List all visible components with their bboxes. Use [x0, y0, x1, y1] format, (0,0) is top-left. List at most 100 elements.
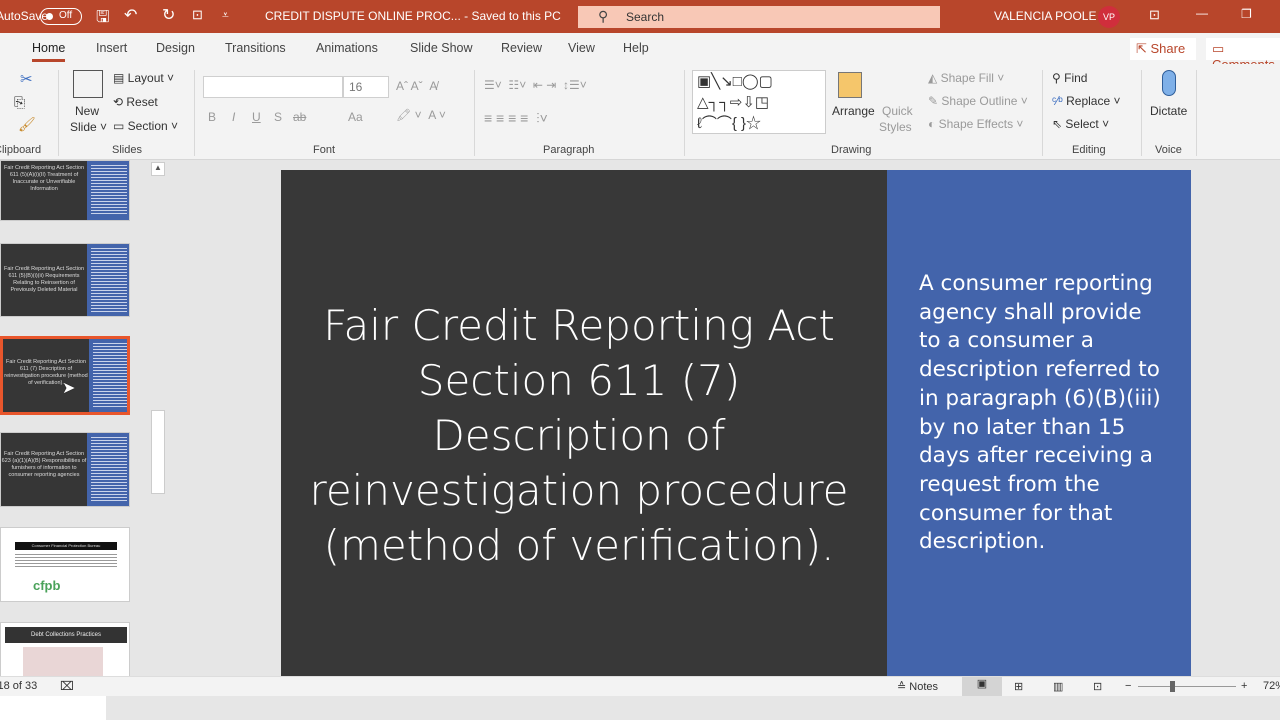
accessibility-icon[interactable]: ⌧ [60, 679, 74, 693]
microphone-icon[interactable] [1162, 70, 1176, 96]
quick-styles-label: Styles [879, 120, 912, 134]
slideshow-icon[interactable]: ⊡ [1093, 680, 1102, 693]
normal-view-icon[interactable]: ▣ [962, 677, 1002, 696]
restore-icon[interactable]: ❐ [1241, 7, 1252, 21]
reset-button[interactable]: ⟲ Reset [113, 95, 158, 109]
thumbnail-title: Fair Credit Reporting Act Section 623 (a… [1, 451, 87, 478]
taskbar-area [0, 696, 1280, 720]
group-label-paragraph: Paragraph [543, 144, 595, 156]
slide-sorter-icon[interactable]: ⊞ [1014, 680, 1023, 693]
select-button[interactable]: ⇖ Select ˅ [1052, 117, 1109, 131]
thumbnail-slide-15[interactable]: Fair Credit Reporting Act Section 611 (5… [0, 160, 130, 221]
customize-toolbar-icon[interactable]: ⩡ [222, 8, 229, 23]
slide-counter: Slide 18 of 33 [0, 680, 38, 692]
autosave-toggle[interactable]: Off [40, 8, 82, 25]
tab-review[interactable]: Review [501, 41, 542, 55]
section-button[interactable]: ▭ Section ˅ [113, 119, 178, 133]
group-label-clipboard: Clipboard [0, 144, 42, 156]
arrange-icon[interactable] [838, 72, 862, 98]
new-slide-button[interactable]: New [75, 104, 99, 118]
tab-slide-show[interactable]: Slide Show [410, 41, 473, 55]
zoom-level[interactable]: 72% [1263, 680, 1280, 692]
strikethrough-button[interactable]: ab [293, 110, 306, 124]
zoom-in-icon[interactable]: + [1241, 680, 1247, 692]
tab-insert[interactable]: Insert [96, 41, 127, 55]
group-label-slides: Slides [112, 144, 142, 156]
group-label-font: Font [313, 144, 336, 156]
align-icons[interactable]: ≡ ≡ ≡ ≡ ⫶˅ [484, 110, 548, 127]
layout-button[interactable]: ▤ Layout ˅ [113, 71, 174, 85]
italic-button[interactable]: I [232, 110, 235, 124]
thumbnail-title: Fair Credit Reporting Act Section 611 (7… [4, 359, 88, 386]
search-input[interactable]: ⚲ Search [578, 6, 940, 28]
scroll-up-icon[interactable]: ▲ [151, 162, 165, 176]
thumbnail-slide-16[interactable]: Fair Credit Reporting Act Section 611 (5… [0, 243, 130, 317]
save-icon[interactable]: 🖫 [96, 6, 110, 33]
select-label: Select [1065, 117, 1099, 131]
change-case-button[interactable]: Aa [348, 110, 363, 124]
search-icon: ⚲ [598, 8, 609, 24]
thumbnail-title: Fair Credit Reporting Act Section 611 (5… [3, 165, 85, 192]
replace-button[interactable]: ᶜ⁄ᵇ Replace ˅ [1052, 94, 1121, 108]
copy-icon[interactable]: ⎘ [14, 94, 25, 111]
bullets-icon[interactable]: ☰˅ ☷˅ ⇤ ⇥ ↕☰˅ [484, 78, 587, 92]
arrange-button[interactable]: Arrange [832, 104, 875, 118]
slide-title[interactable]: Fair Credit Reporting Act Section 611 (7… [301, 298, 857, 573]
avatar[interactable]: VP [1098, 6, 1120, 28]
tab-help[interactable]: Help [623, 41, 649, 55]
thumbnail-slide-18-selected[interactable]: Fair Credit Reporting Act Section 611 (7… [0, 336, 130, 415]
zoom-slider-thumb[interactable] [1169, 681, 1175, 692]
format-painter-icon[interactable]: 🖌 [18, 116, 36, 133]
replace-label: Replace [1066, 94, 1111, 108]
comments-button[interactable]: ▭ Comments [1206, 38, 1280, 72]
quick-styles-button[interactable]: Quick [882, 104, 913, 118]
reset-label: Reset [126, 95, 158, 109]
minimize-icon[interactable]: — [1196, 6, 1208, 20]
find-label: Find [1064, 71, 1088, 85]
zoom-out-icon[interactable]: − [1125, 680, 1131, 692]
font-name-input[interactable] [203, 76, 343, 98]
undo-icon[interactable]: ↶ [124, 5, 137, 25]
thumbnail-slide-19[interactable]: Fair Credit Reporting Act Section 623 (a… [0, 432, 130, 507]
new-slide-dropdown[interactable]: Slide ˅ [70, 120, 107, 134]
present-icon[interactable]: ⊡ [192, 7, 203, 23]
thumbnail-slide-20[interactable]: Consumer Financial Protection Bureau cfp… [0, 527, 130, 602]
tab-home[interactable]: Home [32, 41, 66, 62]
thumbnail-title: Consumer Financial Protection Bureau [15, 542, 117, 550]
underline-button[interactable]: U [252, 110, 261, 124]
shape-fill-button[interactable]: ◭ Shape Fill ˅ [928, 71, 1004, 85]
user-name[interactable]: VALENCIA POOLE [994, 9, 1097, 23]
zoom-slider[interactable] [1138, 686, 1236, 687]
redo-icon[interactable]: ↻ [162, 5, 175, 25]
dictate-button[interactable]: Dictate [1150, 104, 1187, 118]
tab-animations[interactable]: Animations [316, 41, 378, 55]
tab-transitions[interactable]: Transitions [225, 41, 286, 55]
ribbon-display-icon[interactable]: ⊡ [1149, 7, 1160, 23]
document-title: CREDIT DISPUTE ONLINE PROC... - Saved to… [265, 9, 561, 23]
font-size-input[interactable]: 16 [343, 76, 389, 98]
reading-view-icon[interactable]: ▥ [1053, 680, 1063, 693]
shape-effects-button[interactable]: ◐ Shape Effects ˅ [928, 117, 1023, 131]
highlight-icon[interactable]: 🖍 ˅ A ˅ [396, 108, 446, 122]
new-slide-icon[interactable] [73, 70, 103, 98]
shadow-button[interactable]: S [274, 110, 282, 124]
thumbnail-title: Fair Credit Reporting Act Section 611 (5… [3, 266, 85, 293]
bold-button[interactable]: B [208, 110, 216, 124]
thumbnail-slide-21[interactable]: Debt Collections Practices [0, 622, 130, 682]
tab-view[interactable]: View [568, 41, 595, 55]
font-grow-icon[interactable]: Aˆ Aˇ A̸ [396, 79, 437, 93]
find-button[interactable]: ⚲ Find [1052, 71, 1087, 85]
shape-effects-label: Shape Effects [938, 117, 1014, 131]
scrollbar-thumb[interactable] [151, 410, 165, 494]
shapes-gallery[interactable]: ▣╲↘□◯▢ △┐┐⇨⇩◳ ℓ⌒⌒{ }☆ [692, 70, 826, 134]
slide-canvas[interactable]: Fair Credit Reporting Act Section 611 (7… [281, 170, 1191, 676]
thumbnail-scrollbar[interactable]: ▲ [150, 160, 166, 676]
slide-body-text[interactable]: A consumer reporting agency shall provid… [919, 270, 1169, 557]
notes-button[interactable]: ≙ Notes [897, 680, 938, 693]
share-label: Share [1150, 41, 1186, 56]
shape-outline-button[interactable]: ✎ Shape Outline ˅ [928, 94, 1028, 108]
share-button[interactable]: ⇱ Share [1130, 38, 1196, 60]
tab-design[interactable]: Design [156, 41, 195, 55]
cut-icon[interactable]: ✂ [20, 70, 33, 88]
title-bar: AutoSave Off 🖫 ↶ ↻ ⊡ ⩡ CREDIT DISPUTE ON… [0, 0, 1280, 33]
